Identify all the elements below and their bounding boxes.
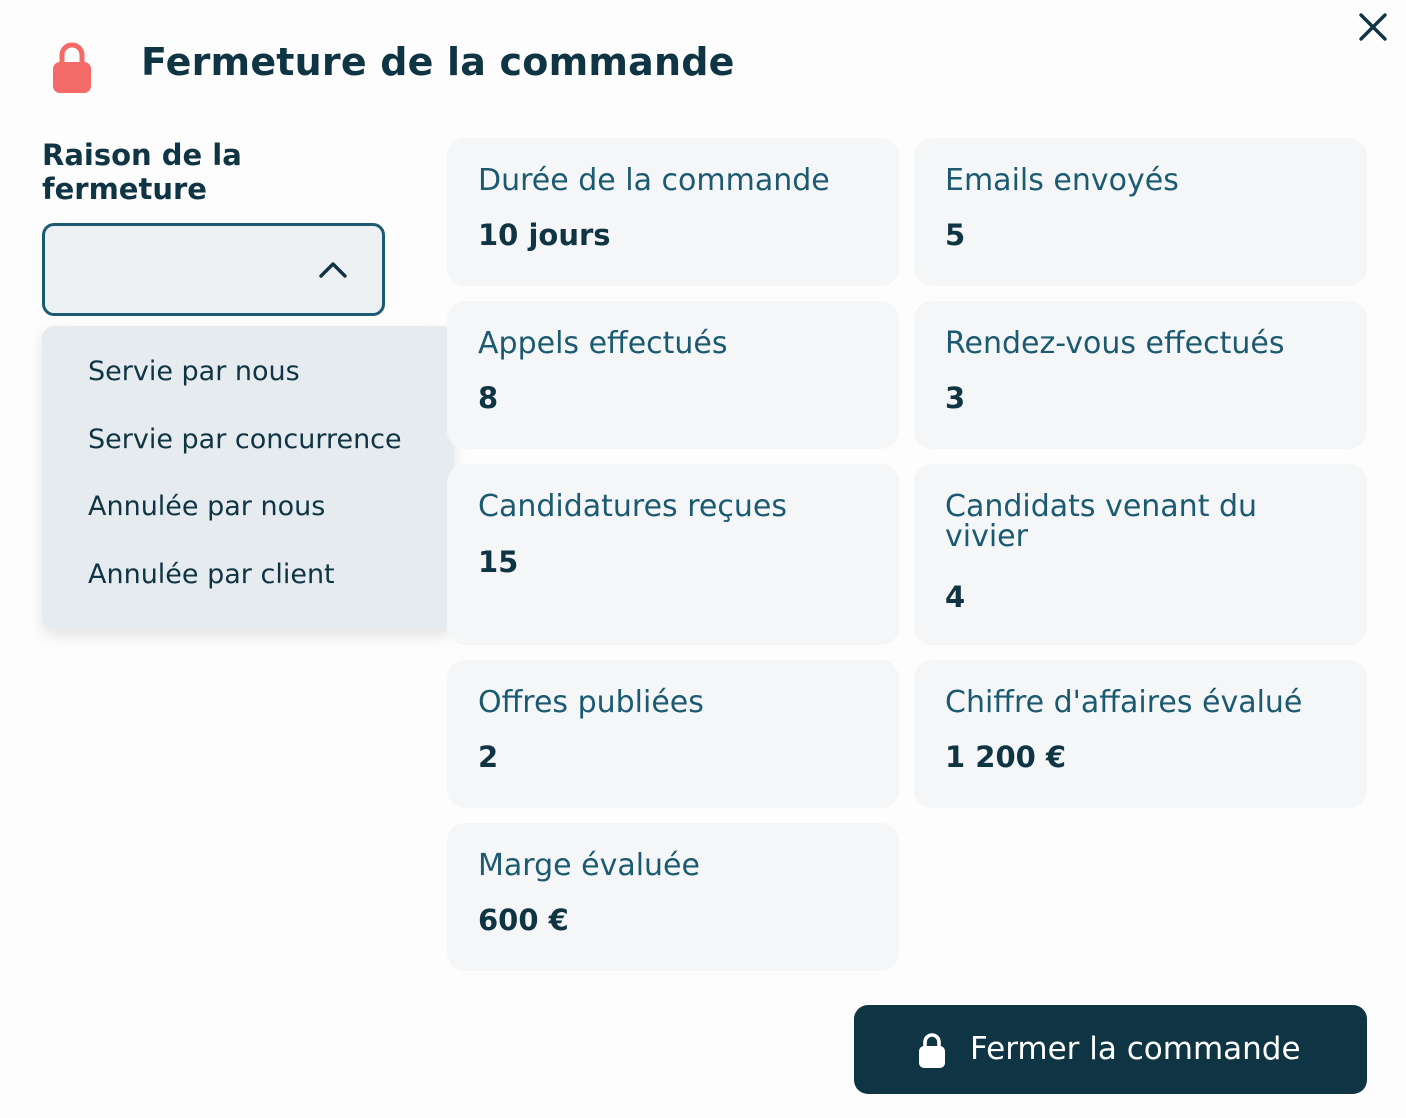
stat-label: Durée de la commande [478,163,830,198]
stat-value: 3 [945,381,966,415]
stat-label: Emails envoyés [945,163,1179,198]
stat-label: Appels effectués [478,326,728,361]
stat-label: Offres publiées [478,685,704,720]
close-order-dialog: Fermeture de la commande Raison de la fe… [0,0,1406,1118]
stat-value: 15 [478,545,519,579]
reason-dropdown-menu: Servie par nous Servie par concurrence A… [42,326,454,630]
stat-label: Candidats venant du vivier [945,489,1258,554]
stat-card-calls-made: Appels effectués 8 [447,301,899,449]
stat-value: 2 [478,740,499,774]
stat-value: 1 200 € [945,740,1067,774]
stat-label: Rendez-vous effectués [945,326,1285,361]
close-button[interactable] [1354,8,1392,46]
stat-card-estimated-margin: Marge évaluée 600 € [447,823,899,971]
lock-icon [53,42,91,93]
stat-label: Candidatures reçues [478,489,787,524]
stat-card-meetings-held: Rendez-vous effectués 3 [914,301,1367,449]
dropdown-option-served-by-us[interactable]: Servie par nous [88,356,300,387]
stat-label: Marge évaluée [478,848,700,883]
stat-value: 4 [945,580,966,614]
stat-card-offers-published: Offres publiées 2 [447,660,899,808]
lock-icon [919,1033,945,1068]
dropdown-option-cancelled-by-client[interactable]: Annulée par client [88,559,335,590]
close-order-button[interactable]: Fermer la commande [854,1005,1367,1094]
stat-card-estimated-revenue: Chiffre d'affaires évalué 1 200 € [914,660,1367,808]
stat-card-candidates-from-pool: Candidats venant du vivier 4 [914,464,1367,645]
stat-card-emails-sent: Emails envoyés 5 [914,138,1367,286]
stat-value: 600 € [478,903,569,937]
close-icon [1359,13,1387,41]
chevron-up-icon [319,262,347,278]
dialog-title: Fermeture de la commande [141,40,735,84]
stat-card-order-duration: Durée de la commande 10 jours [447,138,899,286]
stat-label: Chiffre d'affaires évalué [945,685,1303,720]
stat-value: 5 [945,218,966,252]
dropdown-option-served-by-competitor[interactable]: Servie par concurrence [88,424,402,455]
reason-select[interactable] [42,223,385,316]
close-order-button-label: Fermer la commande [970,1031,1301,1067]
stat-value: 10 jours [478,218,611,252]
reason-label: Raison de la fermeture [42,138,242,206]
stat-value: 8 [478,381,499,415]
dropdown-option-cancelled-by-us[interactable]: Annulée par nous [88,491,325,522]
stat-card-applications-received: Candidatures reçues 15 [447,464,899,645]
